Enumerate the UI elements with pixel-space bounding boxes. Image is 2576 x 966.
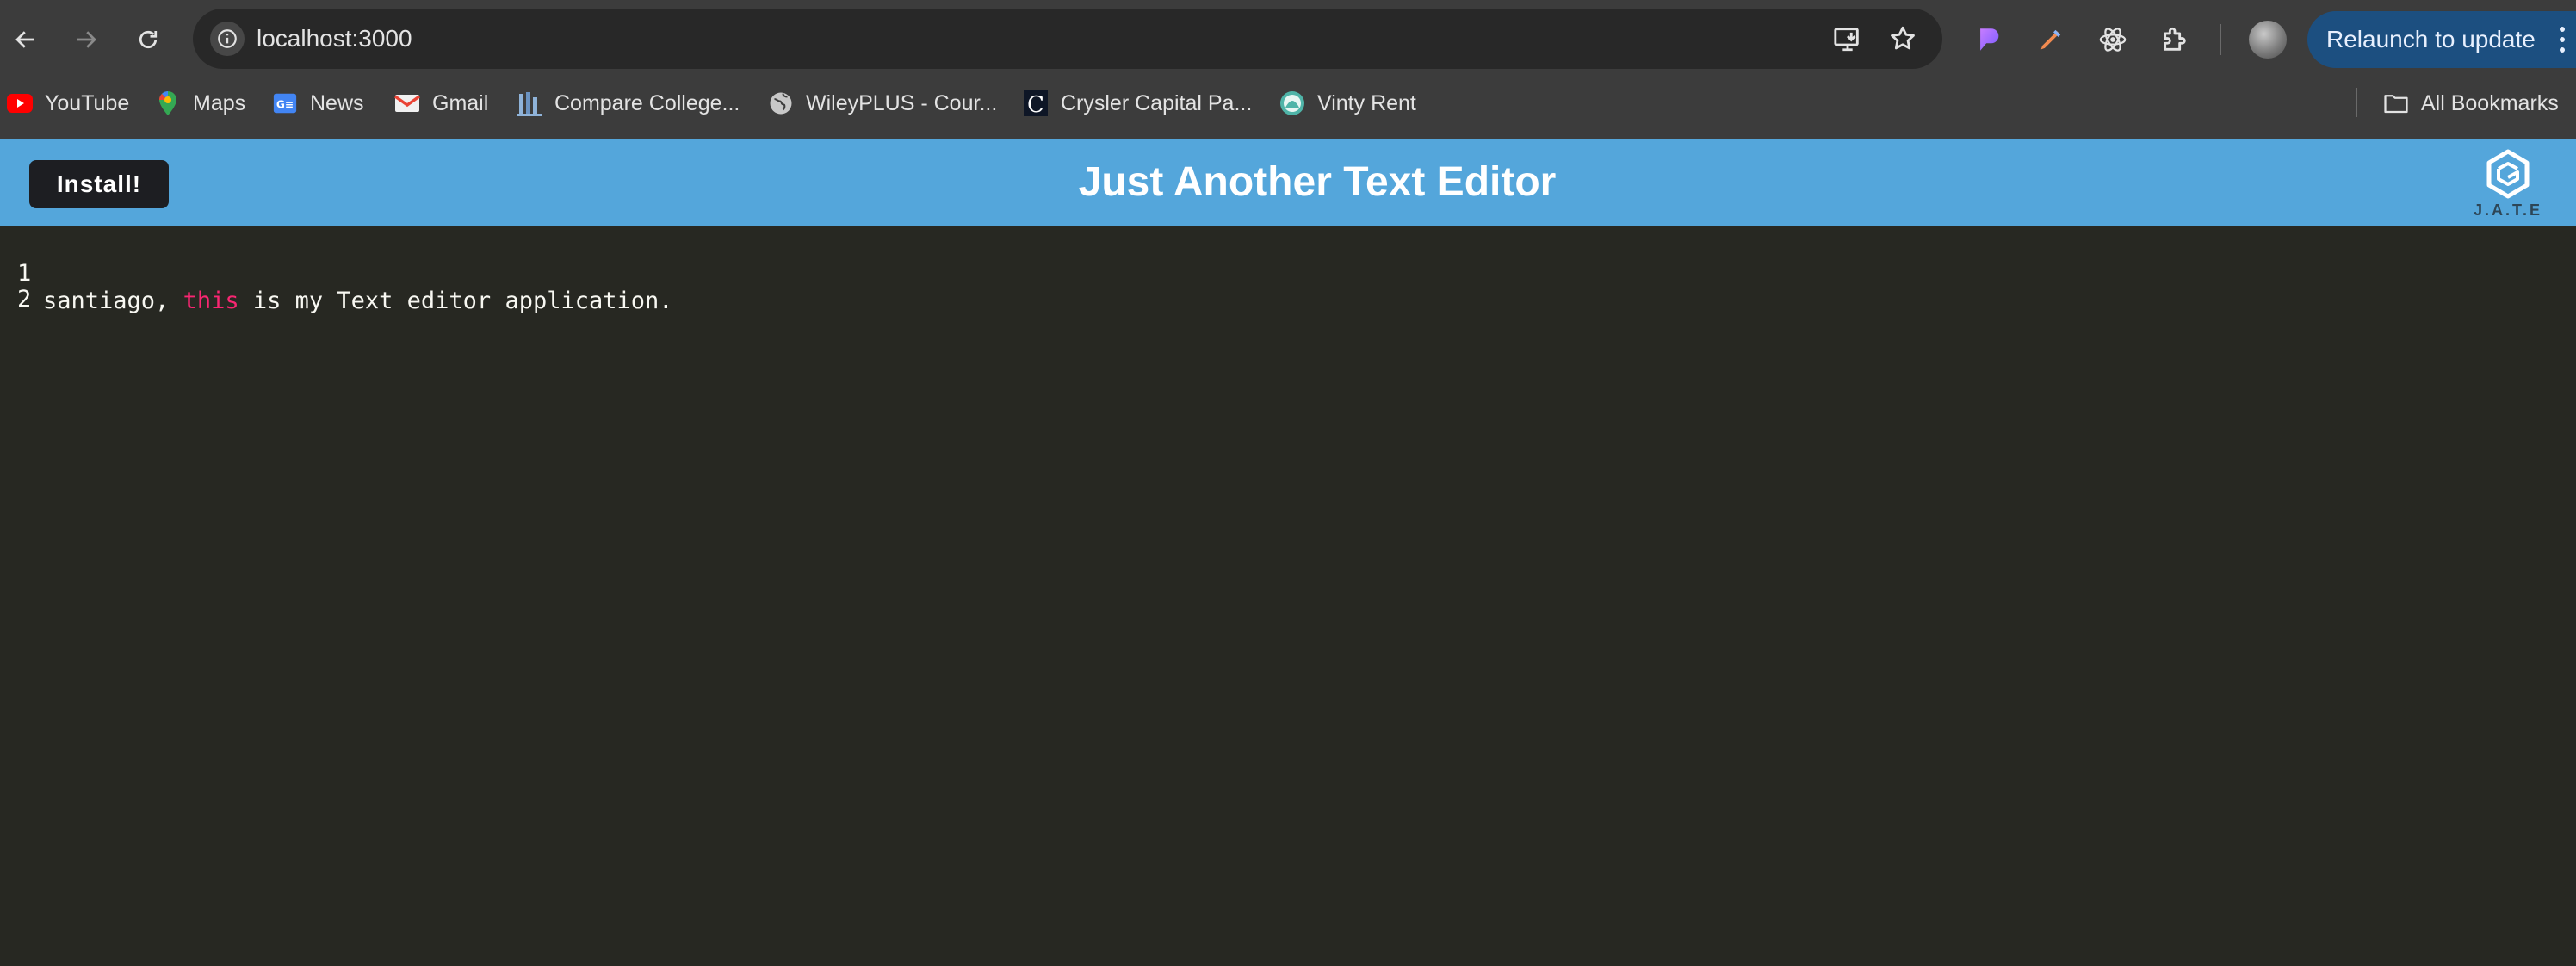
bookmark-label: Crysler Capital Pa... (1061, 90, 1253, 115)
bookmarks-bar: YouTube Maps G≡ News Gmail Compare Colle… (0, 79, 2576, 139)
editor-line[interactable]: 2 (0, 258, 56, 313)
maps-icon (155, 90, 181, 116)
url-text[interactable]: localhost:3000 (257, 9, 412, 69)
install-app-icon[interactable] (1830, 22, 1865, 56)
back-button[interactable] (5, 19, 46, 60)
svg-text:G≡: G≡ (276, 99, 294, 111)
address-bar[interactable]: localhost:3000 (193, 9, 1942, 69)
bookmark-maps[interactable]: Maps (155, 79, 245, 127)
bookmark-label: Compare College... (554, 90, 740, 115)
crysler-icon: C (1023, 90, 1049, 116)
bookmark-label: News (310, 90, 364, 115)
youtube-icon (7, 90, 33, 116)
bookmark-label: YouTube (45, 90, 130, 115)
line-content[interactable]: santiago, this is my Text editor applica… (43, 288, 673, 315)
all-bookmarks-button[interactable]: All Bookmarks (2383, 79, 2559, 127)
logo-text: J.A.T.E (2473, 201, 2543, 219)
bookmarks-divider (2356, 88, 2357, 117)
line-number: 2 (17, 286, 32, 313)
more-menu-icon[interactable] (2559, 25, 2566, 54)
reload-icon (139, 30, 158, 49)
editor-line[interactable]: 1 santiago, this is my Text editor appli… (0, 232, 673, 314)
svg-text:C: C (1027, 92, 1044, 116)
bookmark-news[interactable]: G≡ News (272, 79, 364, 127)
folder-icon (2383, 90, 2409, 116)
code-editor[interactable]: 1 santiago, this is my Text editor appli… (0, 226, 2576, 966)
bookmark-wileyplus[interactable]: WileyPLUS - Cour... (768, 79, 997, 127)
globe-icon (768, 90, 794, 116)
jate-logo: J.A.T.E (2469, 148, 2547, 226)
bookmark-label: Gmail (432, 90, 489, 115)
code-keyword: this (183, 288, 239, 314)
bookmark-youtube[interactable]: YouTube (7, 79, 129, 127)
jate-logo-icon (2486, 149, 2530, 199)
extension-pen-icon[interactable] (2032, 21, 2070, 59)
vinty-icon (1279, 90, 1305, 116)
bookmark-gmail[interactable]: Gmail (394, 79, 488, 127)
bookmark-label: Vinty Rent (1317, 90, 1416, 115)
reload-button[interactable] (127, 19, 169, 60)
code-text: is my Text editor application. (238, 288, 673, 314)
bookmark-vinty-rent[interactable]: Vinty Rent (1279, 79, 1416, 127)
install-button[interactable]: Install! (29, 160, 169, 208)
bookmark-crysler-capital[interactable]: C Crysler Capital Pa... (1023, 79, 1252, 127)
compare-college-icon (517, 90, 542, 116)
bookmark-star-icon[interactable] (1886, 22, 1920, 56)
bookmark-compare-college[interactable]: Compare College... (517, 79, 740, 127)
extension-pink-icon[interactable] (1970, 21, 2008, 59)
forward-arrow-icon (77, 31, 96, 48)
bookmark-label: WileyPLUS - Cour... (806, 90, 998, 115)
browser-toolbar: localhost:3000 Relaunch to update (0, 0, 2576, 79)
app-title: Just Another Text Editor (1078, 159, 1557, 205)
extensions-puzzle-icon[interactable] (2156, 21, 2194, 59)
profile-avatar[interactable] (2249, 21, 2287, 59)
bookmark-label: Maps (193, 90, 246, 115)
code-text: santiago, (43, 288, 183, 314)
gmail-icon (394, 90, 420, 116)
app-header: Just Another Text Editor Install! J.A.T.… (0, 139, 2576, 226)
forward-button[interactable] (65, 19, 107, 60)
back-arrow-icon (15, 31, 34, 48)
all-bookmarks-label: All Bookmarks (2421, 90, 2559, 115)
toolbar-divider (2220, 24, 2221, 55)
news-icon: G≡ (272, 90, 298, 116)
react-devtools-icon[interactable] (2094, 21, 2132, 59)
relaunch-to-update-button[interactable]: Relaunch to update (2307, 11, 2576, 68)
site-info-icon[interactable] (210, 22, 245, 56)
relaunch-label: Relaunch to update (2326, 26, 2536, 53)
